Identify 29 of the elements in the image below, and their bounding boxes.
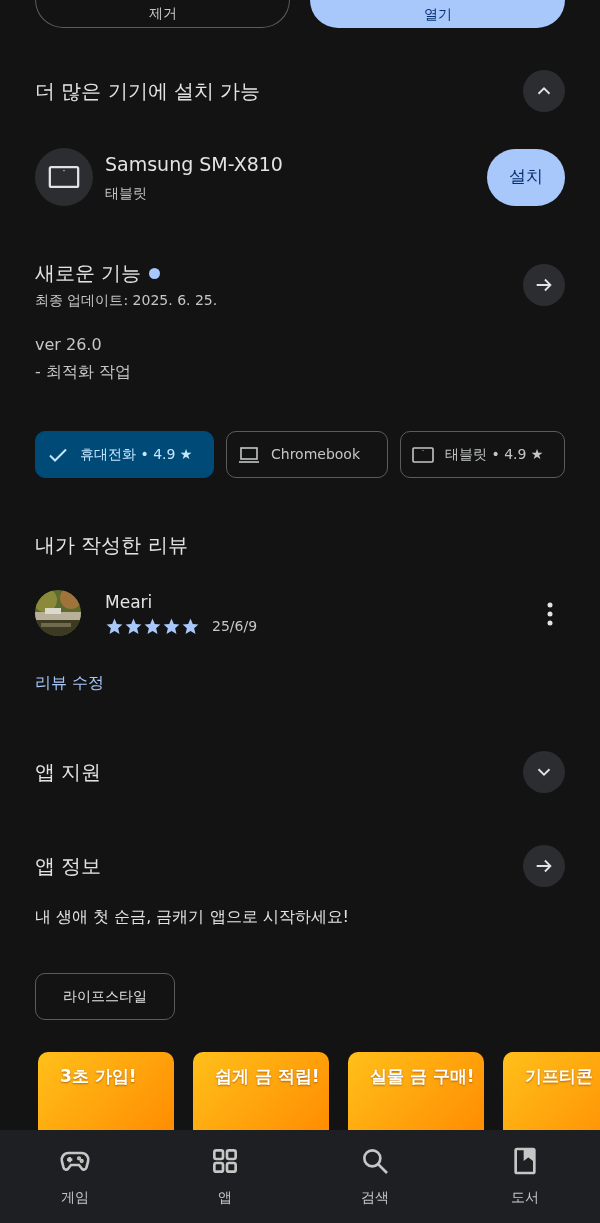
device-filter-chip[interactable]: 휴대전화 • 4.9 ★ bbox=[35, 431, 214, 478]
device-type: 태블릿 bbox=[105, 183, 148, 203]
edit-review-link[interactable]: 리뷰 수정 bbox=[35, 670, 105, 695]
star-icon bbox=[105, 616, 124, 636]
section-title: 내가 작성한 리뷰 bbox=[35, 532, 189, 559]
category-chip[interactable]: 라이프스타일 bbox=[35, 972, 175, 1020]
release-note: ver 26.0 bbox=[35, 334, 103, 356]
release-note: - 최적화 작업 bbox=[35, 361, 132, 383]
author-name: Meari bbox=[105, 591, 154, 614]
open-button[interactable]: 열기 bbox=[310, 0, 565, 28]
device-filter-chip[interactable]: 태블릿 • 4.9 ★ bbox=[400, 431, 565, 478]
star-icon bbox=[124, 616, 143, 636]
section-title: 새로운 기능 bbox=[35, 260, 142, 287]
more-icon bbox=[547, 601, 553, 626]
device-filter-chip[interactable]: Chromebook bbox=[226, 431, 388, 478]
more-options-button[interactable] bbox=[547, 601, 553, 626]
star-icon bbox=[143, 616, 162, 636]
app-description: 내 생애 첫 순금, 금캐기 앱으로 시작하세요! bbox=[35, 905, 350, 928]
arrow-button[interactable] bbox=[523, 844, 565, 887]
arrow-button[interactable] bbox=[523, 263, 565, 306]
device-name: Samsung SM-X810 bbox=[105, 152, 284, 178]
star-icon bbox=[162, 616, 181, 636]
section-title: 앱 정보 bbox=[35, 852, 102, 880]
install-button[interactable]: 설치 bbox=[487, 148, 565, 206]
star-icon bbox=[181, 616, 200, 636]
section-title: 더 많은 기기에 설치 가능 bbox=[35, 78, 261, 105]
section-title: 앱 지원 bbox=[35, 758, 102, 786]
review-date: 25/6/9 bbox=[212, 616, 258, 636]
update-date: 최종 업데이트: 2025. 6. 25. bbox=[35, 291, 218, 310]
